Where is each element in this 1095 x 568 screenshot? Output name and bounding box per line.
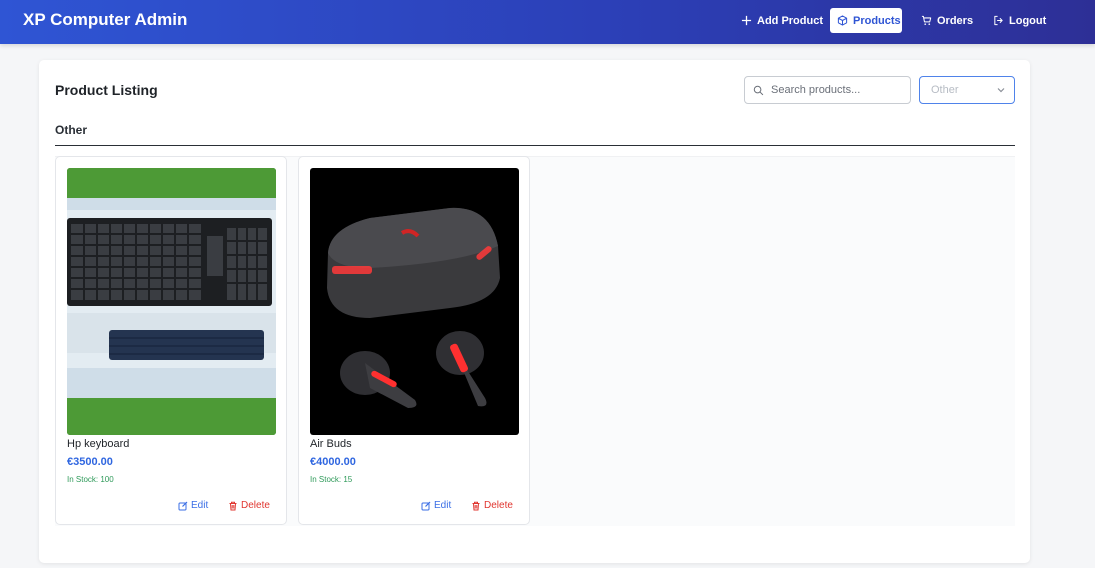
search-input[interactable] (771, 84, 901, 96)
delete-label: Delete (484, 500, 513, 511)
trash-icon (229, 501, 237, 510)
nav-orders-button[interactable]: Orders (914, 8, 980, 33)
logout-icon (994, 15, 1003, 26)
edit-label: Edit (191, 500, 209, 511)
product-image-keyboard (67, 168, 276, 435)
nav-add-product-button[interactable]: Add Product (734, 8, 830, 33)
product-listing-panel: Product Listing Other Other (39, 60, 1030, 563)
nav-orders-label: Orders (937, 14, 974, 27)
chevron-down-icon (997, 88, 1005, 93)
nav-products-button[interactable]: Products (830, 8, 902, 33)
product-image-air-buds (310, 168, 519, 435)
category-select[interactable]: Other (919, 76, 1015, 104)
edit-label: Edit (434, 500, 452, 511)
nav-products-label: Products (853, 14, 901, 27)
product-card: Air Buds €4000.00 In Stock: 15 Edit Dele… (298, 156, 530, 525)
delete-button[interactable]: Delete (228, 500, 270, 511)
edit-icon (178, 501, 188, 510)
delete-label: Delete (241, 500, 270, 511)
edit-button[interactable]: Edit (178, 500, 208, 511)
edit-icon (421, 501, 431, 510)
nav-logout-button[interactable]: Logout (986, 8, 1053, 33)
cube-icon (837, 15, 848, 26)
nav-logout-label: Logout (1009, 14, 1047, 27)
plus-icon (741, 15, 752, 26)
trash-icon (472, 501, 480, 510)
top-navbar: XP Computer Admin Add Product Products O… (0, 0, 1095, 44)
category-select-value: Other (931, 84, 959, 96)
product-card: Hp keyboard €3500.00 In Stock: 100 Edit … (55, 156, 287, 525)
delete-button[interactable]: Delete (471, 500, 513, 511)
page-title: Product Listing (55, 82, 158, 98)
section-divider (55, 145, 1015, 146)
product-stock: In Stock: 100 (67, 475, 114, 484)
product-price: €3500.00 (67, 456, 113, 468)
nav-add-product-label: Add Product (757, 14, 823, 27)
search-box[interactable] (744, 76, 911, 104)
product-price: €4000.00 (310, 456, 356, 468)
product-stock: In Stock: 15 (310, 475, 353, 484)
product-name: Air Buds (310, 438, 352, 450)
cart-icon (921, 15, 932, 25)
app-title: XP Computer Admin (23, 10, 188, 29)
edit-button[interactable]: Edit (421, 500, 451, 511)
product-name: Hp keyboard (67, 438, 130, 450)
category-heading: Other (55, 123, 88, 137)
search-icon (753, 85, 764, 95)
